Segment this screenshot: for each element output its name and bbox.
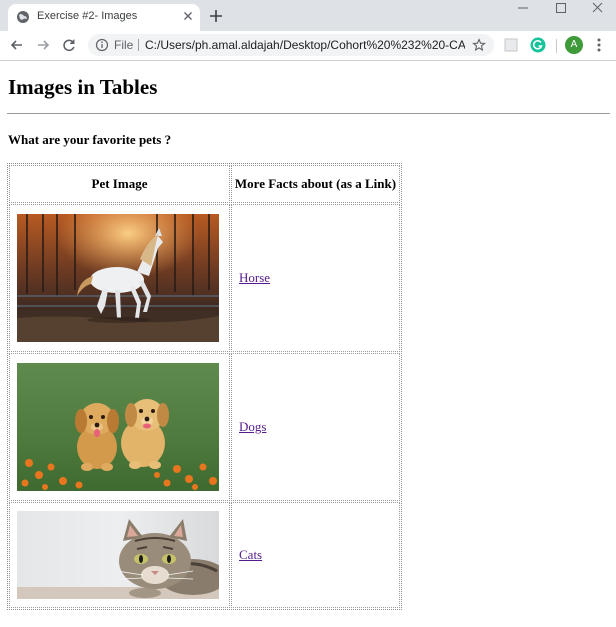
table-header-row: Pet Image More Facts about (as a Link) [9,165,400,203]
page-title: Images in Tables [8,75,158,99]
link-cell: Cats [231,502,400,608]
browser-tab[interactable]: Exercise #2- Images [8,4,200,31]
table-row: Cats [9,502,400,608]
question-heading: What are your favorite pets ? [8,132,172,147]
back-arrow-icon[interactable] [9,37,25,53]
table-row: Horse [9,204,400,352]
dogs-image [17,363,219,491]
link-cell: Dogs [231,353,400,501]
url-scheme-label: File [114,38,134,52]
bookmark-star-icon[interactable] [472,38,486,52]
more-menu-icon[interactable] [594,37,604,53]
pets-table: Pet Image More Facts about (as a Link) H… [7,163,402,610]
horse-image [17,214,219,342]
table-row: Dogs [9,353,400,501]
image-cell [9,353,230,501]
horse-link[interactable]: Horse [239,270,270,285]
header-more-facts: More Facts about (as a Link) [231,165,400,203]
image-cell [9,502,230,608]
reload-icon[interactable] [61,37,77,53]
extension-icon[interactable] [504,38,518,52]
close-window-icon[interactable] [580,0,616,20]
forward-arrow-icon[interactable] [35,37,51,53]
grammarly-icon[interactable] [530,37,546,53]
dogs-link[interactable]: Dogs [239,419,266,434]
header-pet-image: Pet Image [9,165,230,203]
new-tab-icon[interactable] [208,8,224,24]
url-text[interactable]: C:/Users/ph.amal.aldajah/Desktop/Cohort%… [145,38,465,52]
minimize-icon[interactable] [505,0,541,20]
link-cell: Horse [231,204,400,352]
address-bar[interactable]: File C:/Users/ph.amal.aldajah/Desktop/Co… [88,34,494,56]
maximize-icon[interactable] [543,0,579,20]
horizontal-rule [7,113,610,114]
toolbar: File C:/Users/ph.amal.aldajah/Desktop/Co… [0,31,616,61]
image-cell [9,204,230,352]
page-content: Images in Tables What are your favorite … [0,61,616,627]
cat-image [17,511,219,599]
tab-title: Exercise #2- Images [37,10,138,22]
browser-chrome: Exercise #2- Images File C:/Users/ph.ama… [0,0,616,61]
profile-avatar[interactable]: A [565,36,583,54]
cats-link[interactable]: Cats [239,547,262,562]
close-tab-icon[interactable] [181,9,195,23]
info-icon[interactable] [95,38,109,52]
url-divider [138,39,139,51]
toolbar-separator [556,39,557,53]
globe-icon [17,11,29,23]
